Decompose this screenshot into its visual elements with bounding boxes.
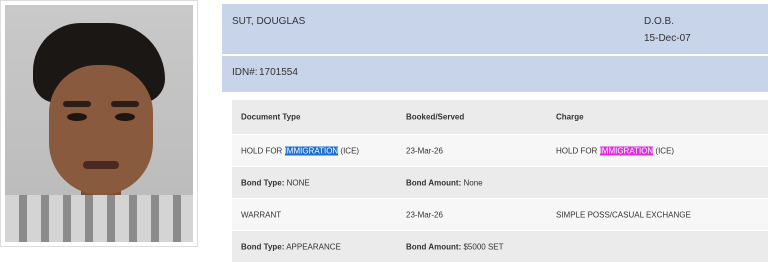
bond-row: Bond Type: APPEARANCE Bond Amount: $5000…: [232, 231, 768, 263]
dob-value: 15-Dec-07: [644, 33, 691, 44]
bond-amount-cell: Bond Amount: $5000 SET: [406, 242, 504, 251]
document-type-cell: WARRANT: [241, 210, 282, 219]
mugshot-photo: [5, 5, 193, 242]
search-highlight: IMMIGRATION: [599, 146, 654, 155]
charge-cell: HOLD FOR IMMIGRATION (ICE): [556, 146, 674, 155]
table-row: WARRANT 23-Mar-26 SIMPLE POSS/CASUAL EXC…: [232, 199, 768, 231]
booked-date-cell: 23-Mar-26: [406, 146, 443, 155]
bond-type-value: APPEARANCE: [284, 242, 341, 251]
dob-label: D.O.B.: [644, 16, 675, 27]
charge-text-pre: HOLD FOR: [556, 146, 600, 155]
bond-row: Bond Type: NONE Bond Amount: None: [232, 167, 768, 199]
photo-brow-right: [111, 101, 139, 107]
header-booked-served: Booked/Served: [406, 112, 465, 122]
bond-type-cell: Bond Type: NONE: [241, 178, 310, 187]
photo-mouth: [83, 161, 119, 169]
table-header-row: Document Type Booked/Served Charge: [232, 100, 768, 135]
idn-value: 1701554: [259, 67, 298, 78]
idn-label: IDN#:: [232, 67, 258, 78]
photo-eye-right: [115, 113, 135, 121]
bond-amount-value: None: [461, 178, 483, 187]
photo-brow-left: [63, 101, 91, 107]
bond-type-value: NONE: [284, 178, 310, 187]
charges-table: Document Type Booked/Served Charge HOLD …: [232, 100, 768, 263]
name-header: SUT, DOUGLAS D.O.B. 15-Dec-07: [222, 4, 768, 55]
header-document-type: Document Type: [241, 112, 301, 122]
doc-text-post: (ICE): [338, 146, 360, 155]
bond-type-label: Bond Type:: [241, 242, 285, 251]
header-charge: Charge: [556, 112, 584, 122]
mugshot-frame: [0, 0, 198, 247]
bond-amount-label: Bond Amount:: [406, 178, 462, 187]
photo-striped-shirt: [5, 195, 193, 242]
bond-type-cell: Bond Type: APPEARANCE: [241, 242, 341, 251]
document-type-cell: HOLD FOR IMMIGRATION (ICE): [241, 146, 359, 155]
photo-face: [49, 65, 153, 195]
bond-type-label: Bond Type:: [241, 178, 285, 187]
idn-row: IDN#: 1701554: [222, 56, 768, 92]
charge-cell: SIMPLE POSS/CASUAL EXCHANGE: [556, 210, 691, 219]
booked-date-cell: 23-Mar-26: [406, 210, 443, 219]
bond-amount-label: Bond Amount:: [406, 242, 462, 251]
bond-amount-cell: Bond Amount: None: [406, 178, 483, 187]
bond-amount-value: $5000 SET: [461, 242, 504, 251]
table-row: HOLD FOR IMMIGRATION (ICE) 23-Mar-26 HOL…: [232, 135, 768, 167]
inmate-name: SUT, DOUGLAS: [232, 16, 306, 27]
charge-text-post: (ICE): [653, 146, 675, 155]
photo-eye-left: [67, 113, 87, 121]
doc-text-pre: HOLD FOR: [241, 146, 285, 155]
search-highlight: IMMIGRATION: [284, 146, 339, 155]
inmate-info-panel: SUT, DOUGLAS D.O.B. 15-Dec-07 IDN#: 1701…: [222, 4, 768, 92]
